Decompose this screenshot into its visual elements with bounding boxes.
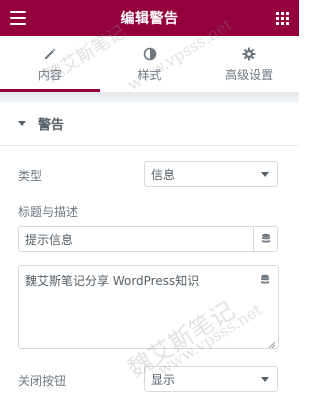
description-textarea[interactable]: 魏艾斯笔记分享 WordPress知识 <box>18 265 279 349</box>
resize-handle-icon[interactable] <box>268 338 276 349</box>
database-icon <box>261 233 270 243</box>
caret-down-icon <box>18 121 26 126</box>
type-select[interactable]: 信息 <box>144 161 278 187</box>
tab-advanced[interactable]: 高级设置 <box>199 36 299 92</box>
close-button-label: 关闭按钮 <box>18 374 67 388</box>
type-label: 类型 <box>18 169 43 183</box>
dynamic-tags-button[interactable] <box>254 226 278 252</box>
close-button-select[interactable]: 显示 <box>144 366 278 392</box>
panel-tabs: 内容 样式 高级设置 <box>0 36 299 92</box>
section-alert-toggle[interactable]: 警告 <box>0 102 299 146</box>
tabs-separator <box>0 92 299 102</box>
database-icon[interactable] <box>260 274 270 291</box>
title-input[interactable]: 提示信息 <box>18 226 254 252</box>
close-button-select-value: 显示 <box>151 372 176 387</box>
chevron-down-icon <box>261 377 269 382</box>
tab-style-label: 样式 <box>137 67 162 82</box>
chevron-down-icon <box>261 172 269 177</box>
title-description-label: 标题与描述 <box>18 205 79 219</box>
half-circle-icon <box>143 46 157 62</box>
tab-content-label: 内容 <box>37 67 62 82</box>
gear-icon <box>242 46 256 62</box>
description-value: 魏艾斯笔记分享 WordPress知识 <box>25 274 200 288</box>
panel-title: 编辑警告 <box>120 11 179 27</box>
panel-header: 编辑警告 <box>0 0 299 36</box>
widgets-grid-icon[interactable] <box>276 12 289 25</box>
tab-advanced-label: 高级设置 <box>225 67 274 82</box>
pencil-icon <box>43 46 57 62</box>
tab-style[interactable]: 样式 <box>100 36 200 92</box>
section-title: 警告 <box>38 118 65 133</box>
tab-content[interactable]: 内容 <box>0 36 100 92</box>
title-input-value: 提示信息 <box>25 232 74 247</box>
type-select-value: 信息 <box>151 167 176 182</box>
hamburger-menu-icon[interactable] <box>10 11 26 25</box>
